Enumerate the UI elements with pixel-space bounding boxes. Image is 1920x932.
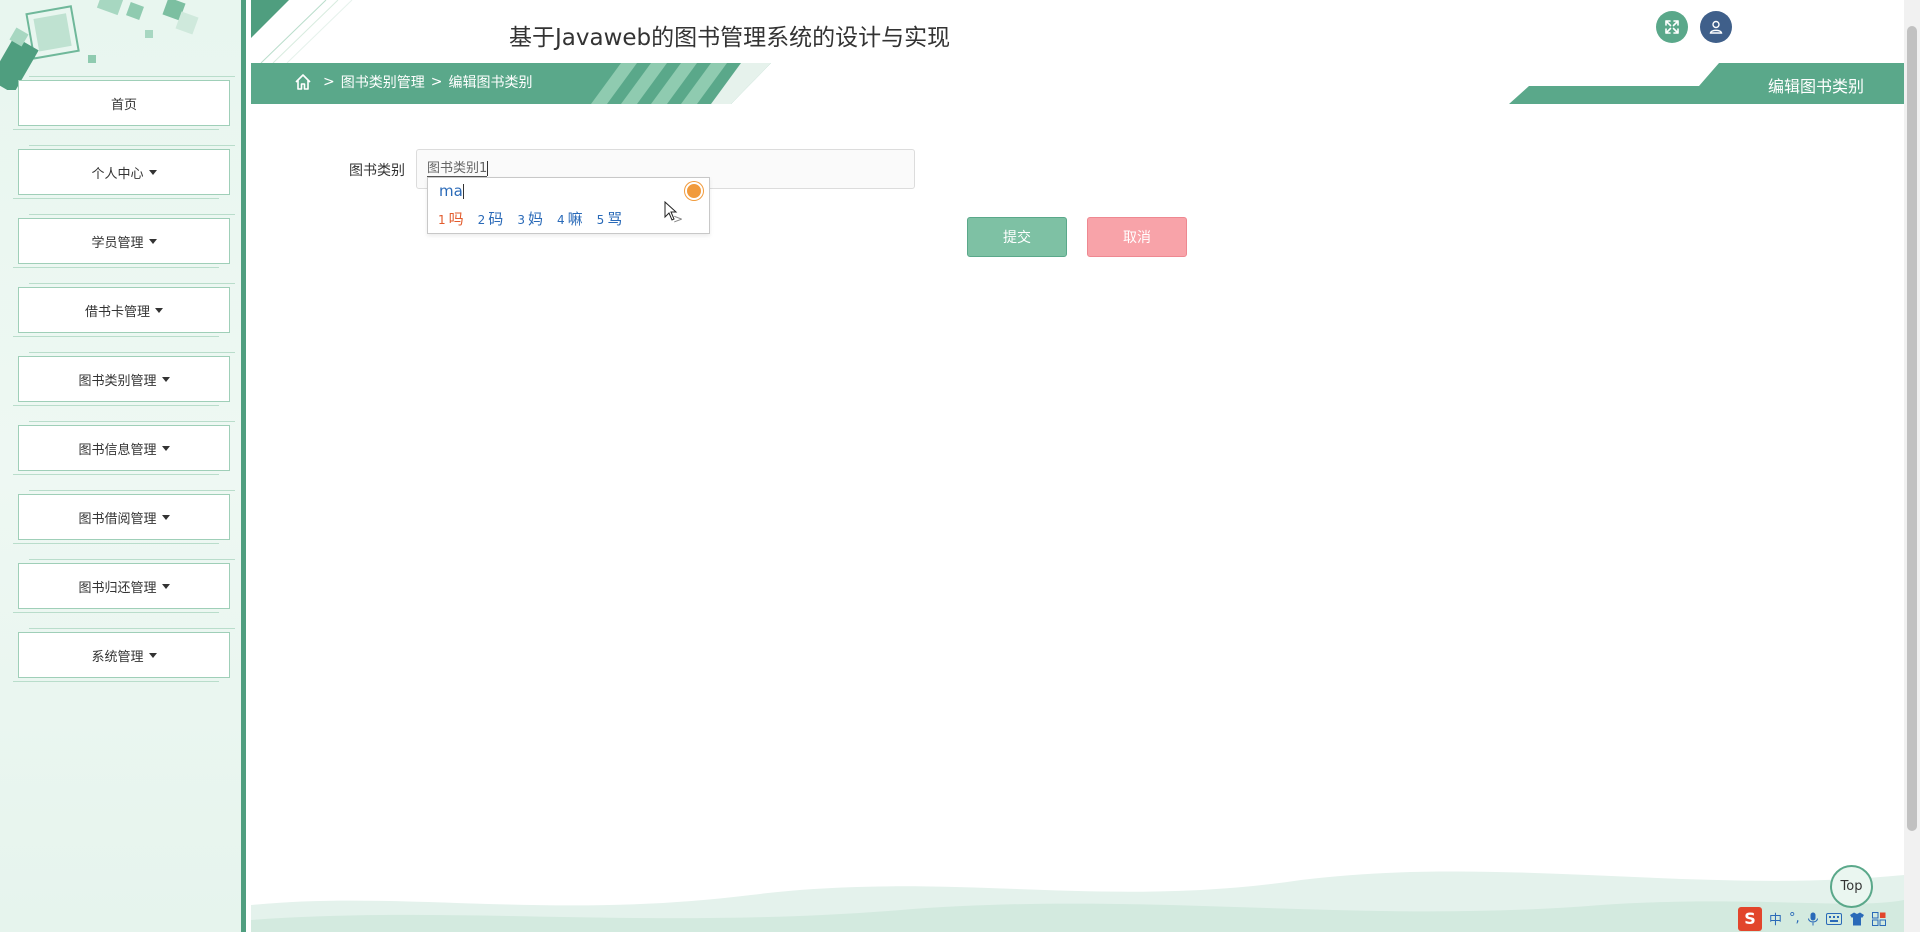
ime-composition: ma — [439, 182, 464, 200]
sidebar-item-label: 图书类别管理 — [78, 373, 157, 389]
header-decoration — [251, 0, 353, 63]
caret-down-icon — [148, 238, 157, 244]
breadcrumb-separator: > — [430, 74, 443, 90]
sidebar-item-home[interactable]: 首页 — [13, 76, 235, 130]
ime-cursor — [462, 184, 464, 199]
sidebar-menu: 首页 个人中心 学员管理 借书卡管理 图书类别管理 图书信息管理 图书借阅管理 … — [13, 76, 235, 701]
page-scrollbar[interactable] — [1904, 0, 1920, 932]
caret-down-icon — [161, 445, 170, 451]
ime-language[interactable]: 中 — [1769, 909, 1782, 928]
caret-down-icon — [148, 652, 157, 658]
ime-candidates: 1吗 2码 3妈 4嘛 5骂 — [438, 208, 636, 229]
microphone-icon[interactable] — [1807, 912, 1819, 926]
scrollbar-thumb[interactable] — [1907, 26, 1917, 831]
sidebar: 首页 个人中心 学员管理 借书卡管理 图书类别管理 图书信息管理 图书借阅管理 … — [0, 0, 246, 932]
punctuation-icon[interactable]: °, — [1789, 911, 1800, 926]
breadcrumb-separator: > — [323, 74, 335, 90]
bottom-wave-decoration — [251, 871, 1904, 932]
sidebar-item-label: 图书借阅管理 — [78, 511, 157, 527]
caret-down-icon — [161, 583, 170, 589]
skin-icon[interactable] — [1849, 912, 1865, 926]
ime-toolbar: S 中 °, — [1738, 905, 1904, 932]
sogou-logo-icon[interactable]: S — [1738, 906, 1762, 931]
cancel-button[interactable]: 取消 — [1087, 217, 1187, 257]
category-input-value: 图书类别1 — [427, 161, 488, 177]
ime-candidate[interactable]: 5骂 — [597, 208, 623, 229]
ime-candidate[interactable]: 3妈 — [517, 208, 543, 229]
sidebar-item-system-management[interactable]: 系统管理 — [13, 628, 235, 682]
ime-candidate[interactable]: 2码 — [478, 208, 504, 229]
ime-candidate-popup: ma 1吗 2码 3妈 4嘛 5骂 > — [427, 177, 710, 234]
fullscreen-button[interactable] — [1656, 11, 1688, 43]
ime-candidate[interactable]: 4嘛 — [557, 208, 583, 229]
text-cursor — [487, 161, 489, 176]
keyboard-icon[interactable] — [1825, 912, 1842, 925]
caret-down-icon — [161, 376, 170, 382]
sidebar-item-label: 学员管理 — [91, 235, 144, 251]
toolbox-icon[interactable] — [1871, 911, 1886, 926]
submit-button[interactable]: 提交 — [967, 217, 1067, 257]
sidebar-item-book-info-management[interactable]: 图书信息管理 — [13, 421, 235, 475]
sidebar-item-label: 借书卡管理 — [84, 304, 150, 320]
ime-composition-text: ma — [439, 182, 463, 200]
ime-logo-icon[interactable] — [685, 182, 703, 200]
breadcrumb-item-current: 编辑图书类别 — [448, 75, 533, 91]
sidebar-item-book-category-management[interactable]: 图书类别管理 — [13, 352, 235, 406]
sidebar-item-label: 首页 — [110, 97, 137, 113]
back-to-top-button[interactable]: Top — [1830, 865, 1873, 908]
category-label: 图书类别 — [349, 163, 405, 179]
sidebar-item-library-card-management[interactable]: 借书卡管理 — [13, 283, 235, 337]
page-title: 编辑图书类别 — [1767, 77, 1864, 96]
sidebar-item-student-management[interactable]: 学员管理 — [13, 214, 235, 268]
sidebar-item-label: 个人中心 — [91, 166, 144, 182]
caret-down-icon — [148, 169, 157, 175]
ime-candidate[interactable]: 1吗 — [438, 208, 464, 229]
caret-down-icon — [155, 307, 163, 313]
breadcrumb: > 图书类别管理 > 编辑图书类别 — [293, 72, 538, 92]
sidebar-item-label: 系统管理 — [91, 649, 144, 665]
home-icon[interactable] — [293, 72, 313, 92]
breadcrumb-item-category[interactable]: 图书类别管理 — [341, 72, 425, 92]
user-icon — [1709, 20, 1723, 34]
user-button[interactable] — [1700, 11, 1732, 43]
caret-down-icon — [161, 514, 170, 520]
fullscreen-icon — [1665, 20, 1679, 34]
sidebar-item-label: 图书归还管理 — [78, 580, 157, 596]
sidebar-item-book-borrow-management[interactable]: 图书借阅管理 — [13, 490, 235, 544]
sidebar-item-label: 图书信息管理 — [78, 442, 157, 458]
sidebar-item-personal-center[interactable]: 个人中心 — [13, 145, 235, 199]
mouse-cursor-icon — [664, 201, 678, 221]
sidebar-item-book-return-management[interactable]: 图书归还管理 — [13, 559, 235, 613]
header: 基于Javaweb的图书管理系统的设计与实现 > 图书类别管理 > 编辑图书类别… — [251, 0, 1904, 104]
app-title: 基于Javaweb的图书管理系统的设计与实现 — [509, 25, 951, 51]
